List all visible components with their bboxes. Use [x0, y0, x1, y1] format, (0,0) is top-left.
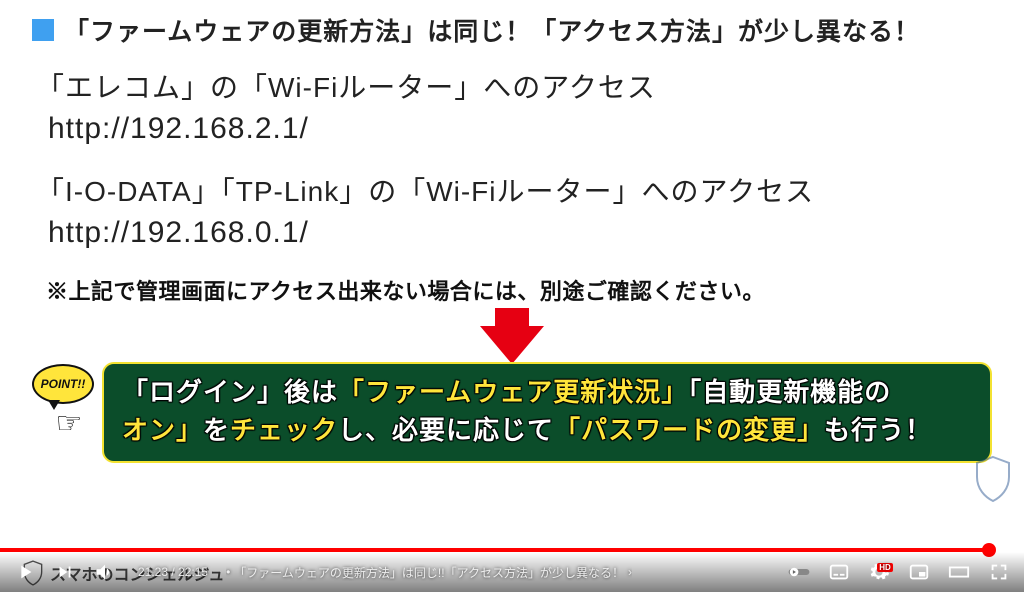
- fullscreen-button[interactable]: [988, 561, 1010, 583]
- time-current: 21:23: [138, 565, 168, 579]
- play-button[interactable]: [14, 561, 36, 583]
- gb-afterlogin: 後は: [284, 377, 338, 407]
- gb-login: 「ログイン」: [122, 377, 284, 407]
- slide-title: 「ファームウェアの更新方法」は同じ！「アクセス方法」が少し異なる！: [64, 12, 920, 48]
- arrow-down-icon: [480, 308, 544, 364]
- controls-left: 21:23 / 22:15 • 「ファームウェアの更新方法」は同じ!!「アクセス…: [14, 561, 632, 583]
- gb-doit: も行う！: [824, 415, 932, 445]
- time-sep: /: [168, 565, 178, 579]
- captions-button[interactable]: [828, 561, 850, 583]
- chapter-title: 「ファームウェアの更新方法」は同じ!!「アクセス方法」が少し異なる！: [234, 564, 624, 581]
- title-row: 「ファームウェアの更新方法」は同じ！「アクセス方法」が少し異なる！: [32, 12, 992, 48]
- access-note: ※上記で管理画面にアクセス出来ない場合には、別途ご確認ください。: [46, 274, 992, 306]
- elecom-access-label: 「エレコム」の「Wi-Fiルーター」へのアクセス: [36, 66, 992, 106]
- pointing-hand-icon: ☞: [36, 406, 102, 441]
- theater-button[interactable]: [948, 561, 970, 583]
- channel-watermark-icon[interactable]: [972, 455, 1014, 503]
- gb-check: チェック: [230, 415, 338, 445]
- point-box-row: POINT!! ☞ 「ログイン」後は「ファームウェア更新状況」「自動更新機能の …: [32, 362, 992, 463]
- elecom-url: http://192.168.2.1/: [48, 112, 992, 146]
- player-controls: 21:23 / 22:15 • 「ファームウェアの更新方法」は同じ!!「アクセス…: [0, 552, 1024, 592]
- chapter-dot: •: [226, 565, 230, 579]
- autoplay-toggle[interactable]: [788, 561, 810, 583]
- volume-button[interactable]: [94, 561, 116, 583]
- controls-right: HD: [788, 561, 1010, 583]
- gb-asneeded: し、必要に応じて: [338, 415, 554, 445]
- arrow-down-wrap: [32, 308, 992, 364]
- point-badge-wrap: POINT!! ☞: [32, 364, 102, 441]
- chevron-right-icon: ›: [628, 565, 632, 579]
- time-total: 22:15: [178, 565, 208, 579]
- gb-autoupdate1: 「自動更新機能の: [688, 377, 891, 407]
- gb-pwchange: 「パスワードの変更」: [554, 415, 824, 445]
- gb-wo: を: [203, 415, 230, 445]
- gb-fwstatus: 「ファームウェア更新状況」: [338, 377, 688, 407]
- chapter-label[interactable]: • 「ファームウェアの更新方法」は同じ!!「アクセス方法」が少し異なる！ ›: [226, 564, 632, 581]
- gb-on: オン」: [122, 415, 203, 445]
- point-badge-icon: POINT!!: [32, 364, 94, 404]
- bullet-square-icon: [32, 19, 54, 41]
- summary-callout: 「ログイン」後は「ファームウェア更新状況」「自動更新機能の オン」をチェックし、…: [102, 362, 992, 463]
- settings-button[interactable]: HD: [868, 561, 890, 583]
- miniplayer-button[interactable]: [908, 561, 930, 583]
- iodata-url: http://192.168.0.1/: [48, 216, 992, 250]
- timecode: 21:23 / 22:15: [138, 565, 208, 579]
- iodata-tplink-access-label: 「I-O-DATA」「TP-Link」の「Wi-Fiルーター」へのアクセス: [36, 170, 992, 210]
- hd-badge: HD: [877, 563, 893, 572]
- next-button[interactable]: [54, 561, 76, 583]
- video-slide: 「ファームウェアの更新方法」は同じ！「アクセス方法」が少し異なる！ 「エレコム」…: [0, 0, 1024, 592]
